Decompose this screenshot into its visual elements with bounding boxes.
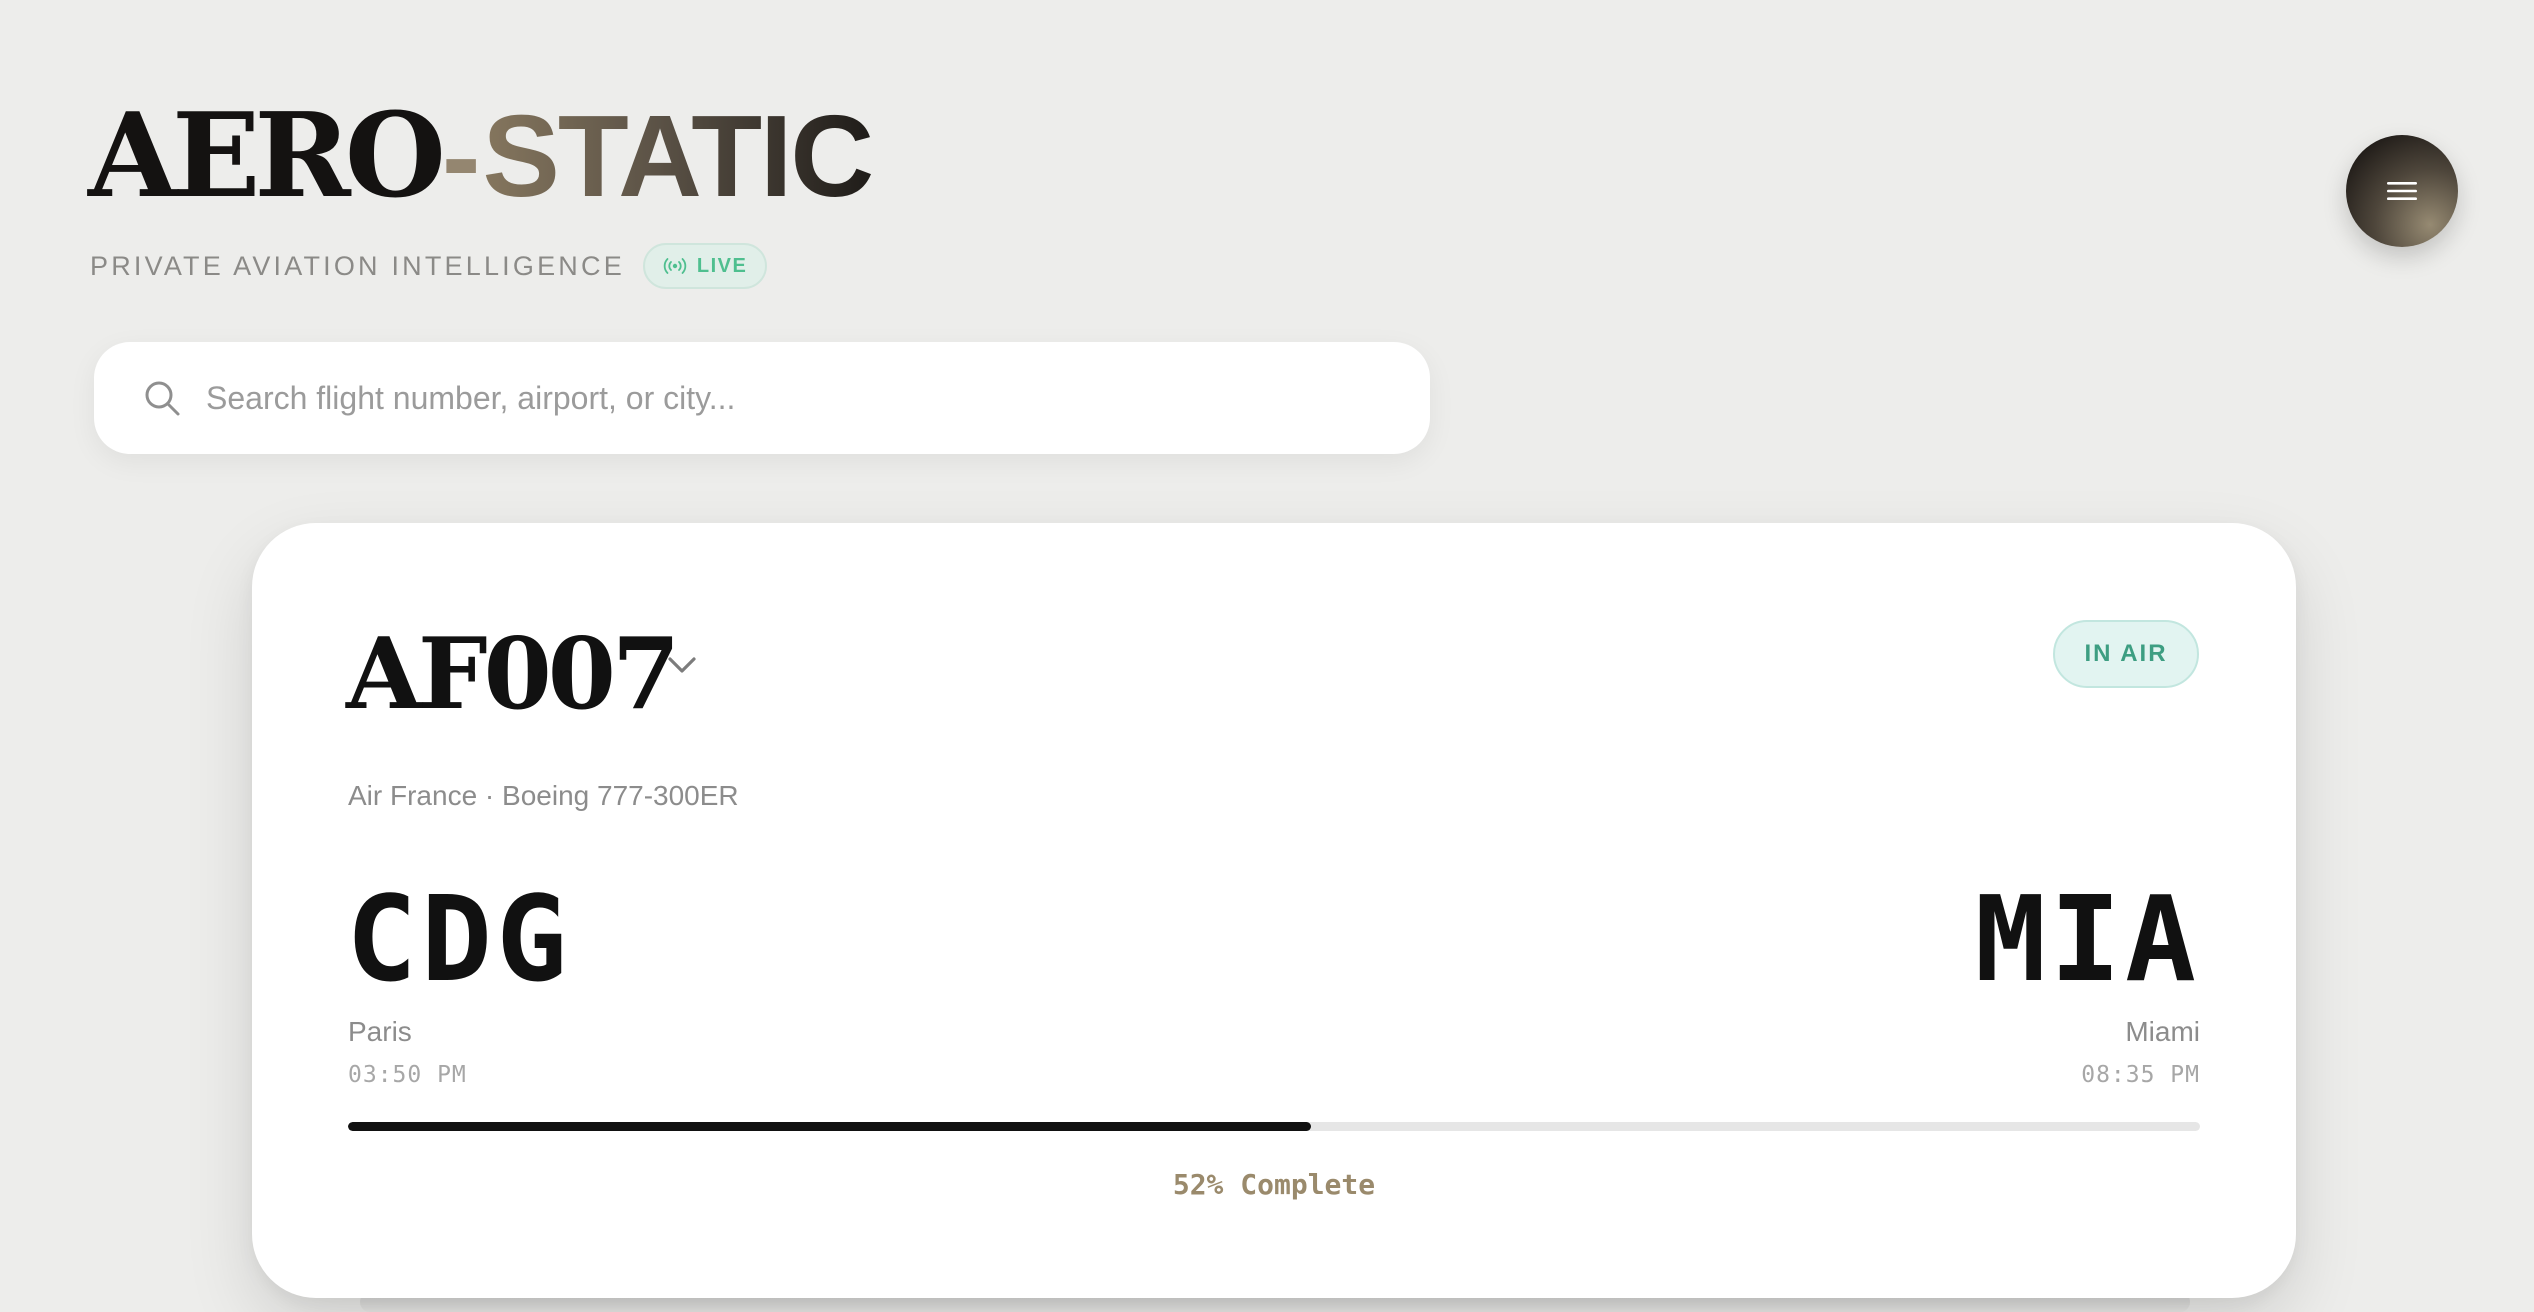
brand-logo: AERO-STATIC <box>88 98 874 214</box>
departure-time: 03:50 PM <box>348 1062 467 1088</box>
tagline: PRIVATE AVIATION INTELLIGENCE <box>90 250 625 281</box>
live-badge: LIVE <box>642 243 768 289</box>
menu-button[interactable] <box>2346 135 2458 247</box>
search-icon <box>142 378 182 418</box>
flight-progress-label: 52% Complete <box>1172 1168 1376 1201</box>
brand-separator: - <box>441 91 481 221</box>
destination-city: Miami <box>2125 1016 2200 1047</box>
tagline-row: PRIVATE AVIATION INTELLIGENCE LIVE <box>90 240 768 292</box>
arrival-time: 08:35 PM <box>2081 1062 2200 1088</box>
aircraft-info: Air France · Boeing 777-300ER <box>348 780 739 811</box>
hamburger-menu-icon <box>2387 179 2417 203</box>
broadcast-icon <box>663 256 687 276</box>
flight-number: AF007 <box>346 617 680 732</box>
flight-progress-fill <box>348 1122 1312 1131</box>
brand-part-a: AERO <box>88 88 446 224</box>
status-badge: IN AIR <box>2053 620 2199 688</box>
search-bar[interactable] <box>94 342 1430 454</box>
chevron-down-icon[interactable] <box>662 650 702 680</box>
destination-airport-code: MIA <box>1974 870 2200 1008</box>
flight-progress-bar <box>348 1122 2200 1131</box>
origin-airport-code: CDG <box>346 870 572 1008</box>
search-input[interactable] <box>204 378 1388 418</box>
live-label: LIVE <box>696 254 748 277</box>
brand-part-b: STATIC <box>482 91 875 221</box>
origin-city: Paris <box>348 1016 412 1047</box>
